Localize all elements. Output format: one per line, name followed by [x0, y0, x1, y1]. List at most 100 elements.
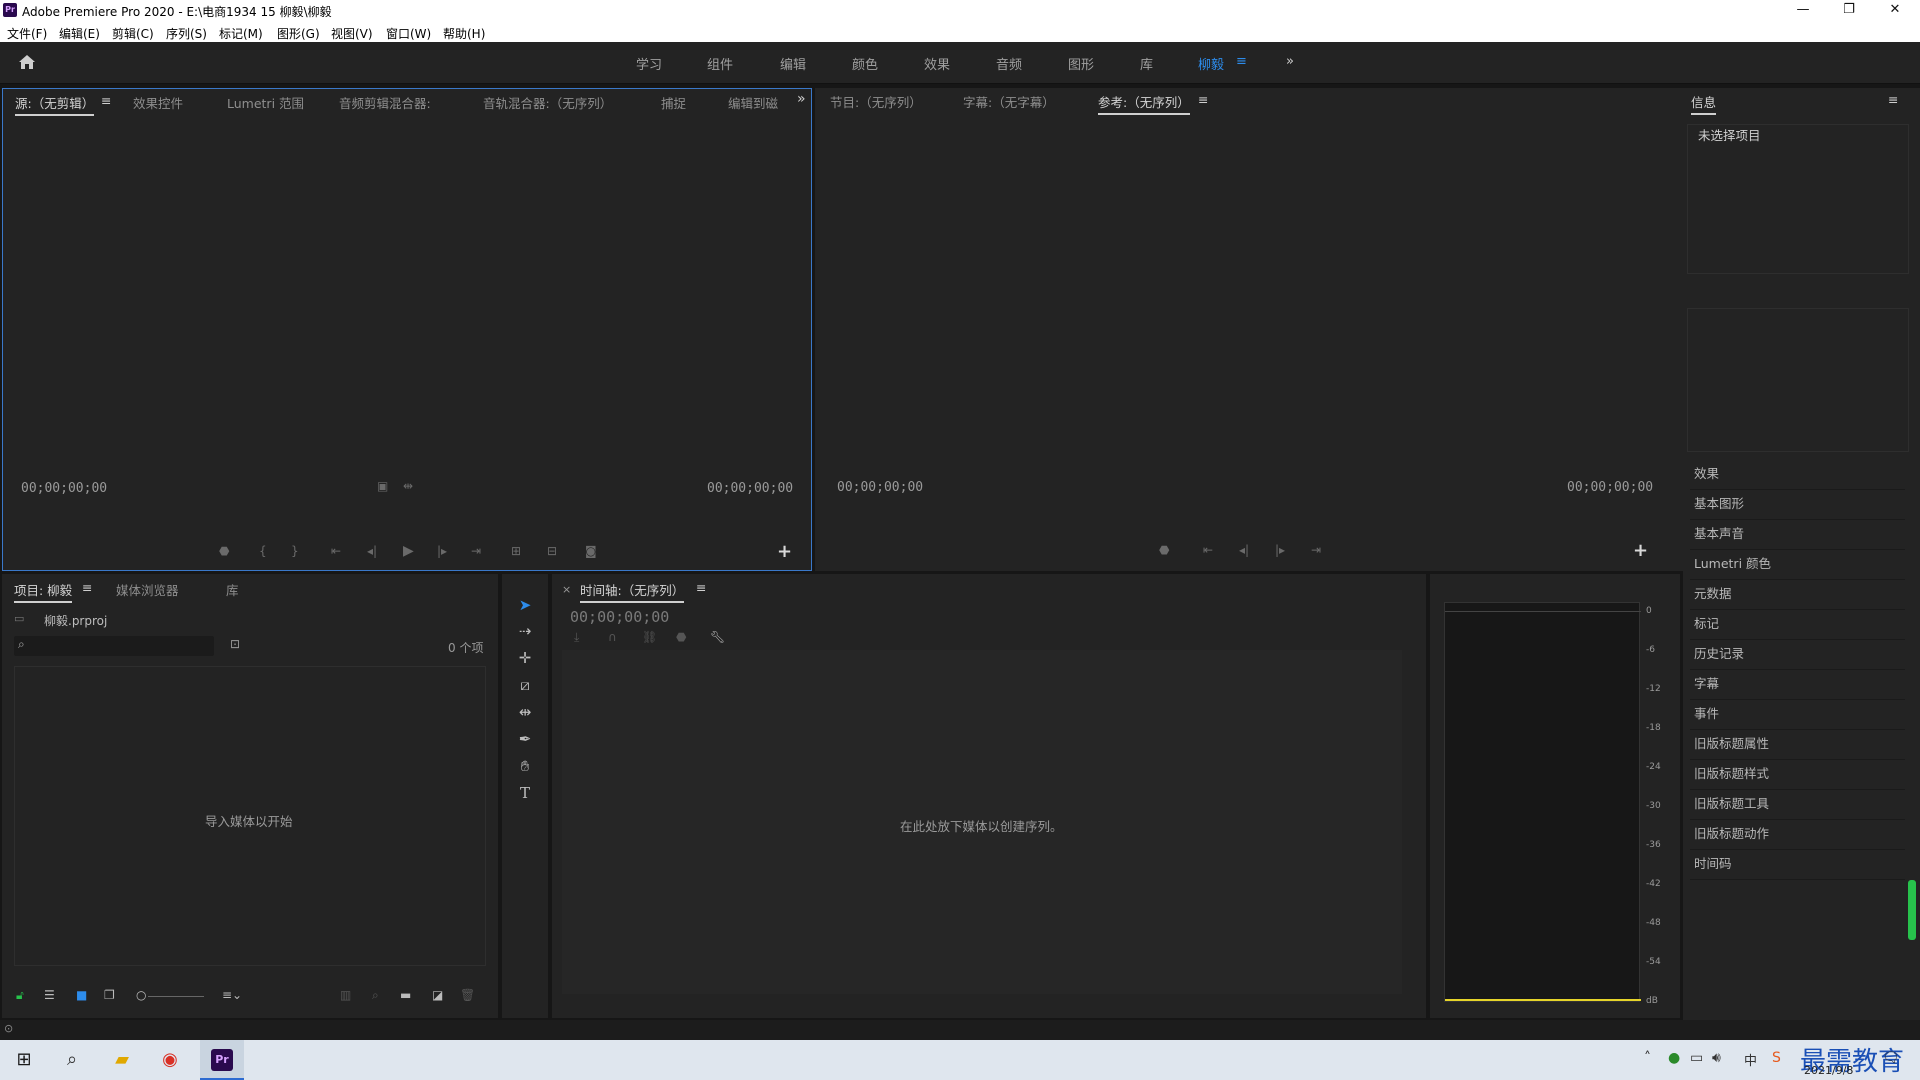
program-marker-icon[interactable]: ⬣	[1159, 543, 1169, 557]
pen-tool-icon[interactable]: ✒	[514, 728, 536, 750]
workspace-learning[interactable]: 学习	[636, 54, 662, 73]
project-bin-area[interactable]: 导入媒体以开始	[14, 666, 486, 966]
home-icon[interactable]	[18, 54, 36, 70]
mark-out-icon[interactable]: }	[291, 544, 299, 558]
program-go-to-out-icon[interactable]: ⇥	[1311, 543, 1321, 557]
menu-window[interactable]: 窗口(W)	[386, 25, 431, 42]
menu-view[interactable]: 视图(V)	[331, 25, 373, 42]
side-panel-timecode[interactable]: 时间码	[1690, 850, 1905, 880]
workspace-graphics[interactable]: 图形	[1068, 54, 1094, 73]
step-forward-icon[interactable]: |▸	[437, 544, 447, 558]
tab-source[interactable]: 源:（无剪辑）	[15, 93, 95, 116]
icon-view-icon[interactable]: ■	[76, 988, 87, 1002]
workspace-effects[interactable]: 效果	[924, 54, 950, 73]
side-panel-history[interactable]: 历史记录	[1690, 640, 1905, 670]
timeline-marker-icon[interactable]: ⬣	[676, 630, 686, 644]
side-panel-essential-sound[interactable]: 基本声音	[1690, 520, 1905, 550]
side-panel-legacy-title-tools[interactable]: 旧版标题工具	[1690, 790, 1905, 820]
workspace-custom[interactable]: 柳毅	[1198, 54, 1224, 73]
new-bin-icon[interactable]: ▬	[400, 988, 411, 1002]
tray-chevron-icon[interactable]: ˄	[1644, 1050, 1651, 1066]
hand-tool-icon[interactable]: ✋︎	[514, 755, 536, 777]
selection-tool-icon[interactable]: ➤	[514, 594, 536, 616]
menu-clip[interactable]: 剪辑(C)	[112, 25, 154, 42]
notification-icon[interactable]: 🗨︎	[1882, 1050, 1900, 1066]
menu-graphics[interactable]: 图形(G)	[277, 25, 320, 42]
close-window-button[interactable]: ✕	[1872, 0, 1918, 22]
minimize-button[interactable]: —	[1780, 0, 1826, 22]
snap-icon[interactable]: ∩	[608, 630, 617, 644]
timeline-close-icon[interactable]: ×	[562, 583, 571, 596]
info-panel-menu-icon[interactable]: ≡	[1888, 92, 1898, 107]
tab-libraries[interactable]: 库	[226, 580, 239, 599]
menu-file[interactable]: 文件(F)	[7, 25, 47, 42]
ripple-edit-tool-icon[interactable]: ✛	[514, 647, 536, 669]
volume-icon[interactable]: 🔊︎	[1712, 1050, 1721, 1066]
workspace-libraries[interactable]: 库	[1140, 54, 1153, 73]
tab-info[interactable]: 信息	[1691, 92, 1717, 115]
tab-lumetri-scopes[interactable]: Lumetri 范围	[227, 93, 304, 112]
go-to-out-icon[interactable]: ⇥	[471, 544, 481, 558]
ime-indicator[interactable]: 中	[1744, 1050, 1757, 1069]
sort-icon[interactable]: ≡⌄	[222, 988, 242, 1002]
side-panel-legacy-title-properties[interactable]: 旧版标题属性	[1690, 730, 1905, 760]
new-search-bin-icon[interactable]: ⊡	[230, 637, 240, 651]
tab-capture[interactable]: 捕捉	[661, 93, 686, 112]
tab-program[interactable]: 节目:（无序列）	[830, 92, 922, 111]
workspace-overflow-icon[interactable]: »	[1286, 54, 1294, 69]
fit-icon[interactable]: ⇹	[403, 479, 413, 493]
mark-in-icon[interactable]: {	[259, 544, 267, 558]
list-view-icon[interactable]: ☰	[44, 988, 55, 1002]
export-frame-icon[interactable]: ◙	[585, 544, 597, 558]
new-item-icon[interactable]: ◪	[432, 988, 443, 1002]
overwrite-icon[interactable]: ⊟	[547, 544, 557, 558]
menu-marker[interactable]: 标记(M)	[219, 25, 263, 42]
workspace-editing[interactable]: 编辑	[780, 54, 806, 73]
freeform-view-icon[interactable]: ❐	[104, 988, 115, 1002]
tab-media-browser[interactable]: 媒体浏览器	[116, 580, 179, 599]
file-explorer-icon[interactable]: ▰	[102, 1044, 142, 1076]
program-panel-menu-icon[interactable]: ≡	[1198, 92, 1208, 107]
zoom-slider-handle[interactable]: ○	[136, 988, 146, 1002]
menu-help[interactable]: 帮助(H)	[443, 25, 485, 42]
side-panel-markers[interactable]: 标记	[1690, 610, 1905, 640]
workspace-assembly[interactable]: 组件	[707, 54, 733, 73]
workspace-menu-icon[interactable]: ≡	[1236, 54, 1247, 69]
side-panel-effects[interactable]: 效果	[1690, 460, 1905, 490]
side-panel-legacy-title-styles[interactable]: 旧版标题样式	[1690, 760, 1905, 790]
timeline-drop-area[interactable]: 在此处放下媒体以创建序列。	[562, 650, 1402, 994]
workspace-audio[interactable]: 音频	[996, 54, 1022, 73]
timeline-panel-menu-icon[interactable]: ≡	[696, 580, 706, 595]
program-go-to-in-icon[interactable]: ⇤	[1203, 543, 1213, 557]
restore-button[interactable]: ❐	[1826, 0, 1872, 22]
timeline-timecode[interactable]: 00;00;00;00	[570, 608, 669, 626]
go-to-in-icon[interactable]: ⇤	[331, 544, 341, 558]
program-timecode-current[interactable]: 00;00;00;00	[837, 480, 923, 495]
side-panel-essential-graphics[interactable]: 基本图形	[1690, 490, 1905, 520]
side-panel-scrollbar[interactable]	[1908, 880, 1916, 940]
taskbar-search-icon[interactable]: ⌕	[52, 1044, 92, 1076]
add-marker-icon[interactable]: ⬣	[219, 544, 229, 558]
play-icon[interactable]: ▶	[403, 543, 414, 559]
slip-tool-icon[interactable]: ⇹	[514, 701, 536, 723]
find-icon[interactable]: ⌕	[372, 988, 379, 1003]
razor-tool-icon[interactable]: ⧄	[514, 674, 536, 696]
wrench-icon[interactable]: 🔧︎	[710, 630, 725, 644]
tab-captions[interactable]: 字幕:（无字幕）	[963, 92, 1055, 111]
source-panel-menu-icon[interactable]: ≡	[101, 93, 111, 108]
tab-audio-track-mixer[interactable]: 音轨混合器:（无序列）	[483, 93, 612, 112]
tray-app-icon[interactable]: ●	[1668, 1050, 1680, 1066]
network-icon[interactable]: ▭	[1690, 1050, 1703, 1066]
tab-edit-to-tape[interactable]: 编辑到磁	[728, 93, 778, 112]
insert-icon[interactable]: ⊞	[511, 544, 521, 558]
nest-icon[interactable]: ⤓	[574, 630, 579, 645]
tab-audio-clip-mixer[interactable]: 音频剪辑混合器:	[339, 93, 431, 112]
premiere-taskbar-button[interactable]: Pr	[200, 1040, 244, 1080]
source-timecode-current[interactable]: 00;00;00;00	[21, 481, 107, 496]
track-select-tool-icon[interactable]: ⇢	[514, 620, 536, 642]
drop-frame-icon[interactable]: ▣	[377, 479, 388, 493]
menu-edit[interactable]: 编辑(E)	[59, 25, 100, 42]
side-panel-events[interactable]: 事件	[1690, 700, 1905, 730]
menu-sequence[interactable]: 序列(S)	[166, 25, 207, 42]
side-panel-lumetri-color[interactable]: Lumetri 颜色	[1690, 550, 1905, 580]
